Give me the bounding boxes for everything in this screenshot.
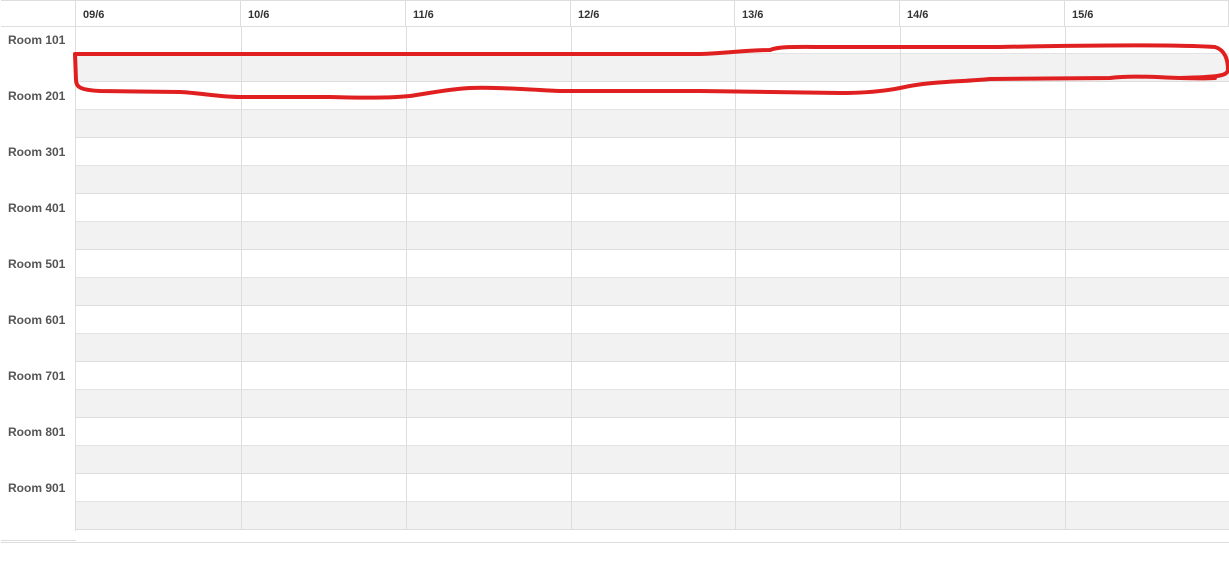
room-501-slot-am[interactable] — [76, 251, 1229, 278]
room-901-slot-pm[interactable] — [76, 502, 1229, 530]
room-601-slot-pm[interactable] — [76, 334, 1229, 362]
room-901-slot-am[interactable] — [76, 475, 1229, 502]
day-header-14-6: 14/6 — [900, 0, 1065, 27]
day-column-divider — [900, 27, 901, 530]
day-column-divider — [571, 27, 572, 530]
room-label-301: Room 301 — [1, 139, 76, 195]
room-501-slot-pm[interactable] — [76, 278, 1229, 306]
room-label-401: Room 401 — [1, 195, 76, 251]
room-401-slot-am[interactable] — [76, 195, 1229, 222]
day-header-10-6: 10/6 — [241, 0, 406, 27]
room-301-slot-pm[interactable] — [76, 166, 1229, 194]
room-301-slot-am[interactable] — [76, 139, 1229, 166]
room-label-101: Room 101 — [1, 27, 76, 83]
day-header-15-6: 15/6 — [1065, 0, 1229, 27]
room-label-501: Room 501 — [1, 251, 76, 307]
room-401-slot-pm[interactable] — [76, 222, 1229, 250]
day-column-divider — [735, 27, 736, 530]
room-601-slot-am[interactable] — [76, 307, 1229, 334]
room-201-slot-am[interactable] — [76, 83, 1229, 110]
room-101-slot-pm[interactable] — [76, 54, 1229, 82]
room-801-slot-am[interactable] — [76, 419, 1229, 446]
room-label-901: Room 901 — [1, 475, 76, 531]
day-header-12-6: 12/6 — [571, 0, 735, 27]
room-701-slot-pm[interactable] — [76, 390, 1229, 418]
room-label-601: Room 601 — [1, 307, 76, 363]
day-column-divider — [406, 27, 407, 530]
room-701-slot-am[interactable] — [76, 363, 1229, 390]
day-column-divider — [241, 27, 242, 530]
room-801-slot-pm[interactable] — [76, 446, 1229, 474]
room-201-slot-pm[interactable] — [76, 110, 1229, 138]
room-scheduler: 09/6 10/6 11/6 12/6 13/6 14/6 15/6 Room … — [1, 0, 1229, 543]
room-label-201: Room 201 — [1, 83, 76, 139]
scrollbar-stub — [1, 530, 76, 541]
room-label-801: Room 801 — [1, 419, 76, 475]
room-101-slot-am[interactable] — [76, 27, 1229, 54]
day-header-11-6: 11/6 — [406, 0, 571, 27]
room-label-701: Room 701 — [1, 363, 76, 419]
day-header-09-6: 09/6 — [76, 0, 241, 27]
header-corner — [1, 0, 76, 27]
day-header-13-6: 13/6 — [735, 0, 900, 27]
day-column-divider — [1065, 27, 1066, 530]
